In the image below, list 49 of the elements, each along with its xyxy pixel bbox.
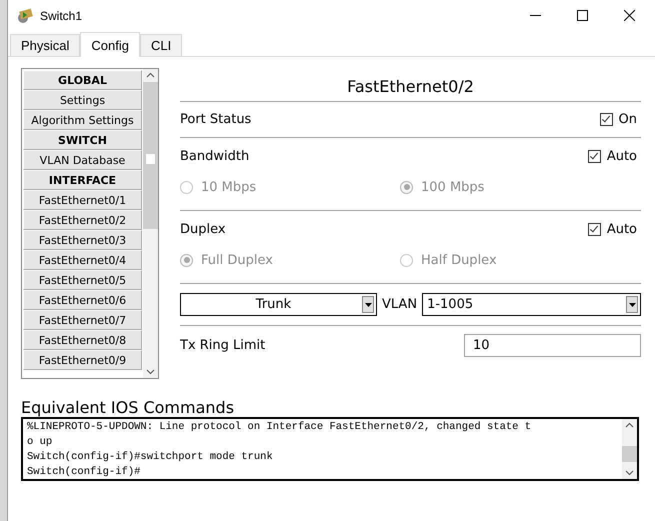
dropdown-arrow-icon <box>628 302 636 306</box>
vlan-dropdown[interactable]: 1-1005 <box>422 293 641 316</box>
bandwidth-label: Bandwidth <box>180 148 250 164</box>
vlan-label: VLAN <box>382 297 418 312</box>
scrollbar[interactable] <box>622 419 637 479</box>
duplex-label: Duplex <box>180 222 226 236</box>
sidebar-item[interactable]: FastEthernet0/3 <box>23 230 142 250</box>
tx-ring-limit-label: Tx Ring Limit <box>180 338 266 352</box>
mode-dropdown[interactable]: Trunk <box>180 293 377 316</box>
console-line: o up <box>27 435 54 450</box>
close-icon[interactable] <box>624 10 635 21</box>
on-checkbox[interactable]: On <box>600 112 637 127</box>
sidebar-item[interactable]: VLAN Database <box>23 150 142 170</box>
tx-ring-limit-field[interactable]: 10 <box>464 334 641 356</box>
tab[interactable]: Config <box>80 32 140 57</box>
sidebar-item[interactable]: FastEthernet0/9 <box>23 350 142 370</box>
sidebar-item[interactable]: FastEthernet0/1 <box>23 190 142 210</box>
scroll-up-icon[interactable] <box>146 72 155 78</box>
sidebar-item[interactable]: Algorithm Settings <box>23 110 142 130</box>
sidebar-item[interactable]: FastEthernet0/4 <box>23 250 142 270</box>
sidebar-section-header[interactable]: SWITCH <box>23 130 142 150</box>
sidebar-item[interactable]: FastEthernet0/6 <box>23 290 142 310</box>
section-title: Equivalent IOS Commands <box>21 399 236 417</box>
maximize-icon[interactable] <box>577 10 588 21</box>
interface-title: FastEthernet0/2 <box>180 68 641 102</box>
sidebar-item[interactable]: FastEthernet0/2 <box>23 210 142 230</box>
auto-checkbox[interactable]: Auto <box>588 148 637 164</box>
sidebar-item[interactable]: FastEthernet0/5 <box>23 270 142 290</box>
sidebar-item[interactable]: FastEthernet0/7 <box>23 310 142 330</box>
scroll-thumb[interactable] <box>143 82 158 229</box>
auto-checkbox[interactable]: Auto <box>588 222 637 236</box>
scroll-down-icon[interactable] <box>625 470 634 476</box>
dropdown-arrow-icon <box>364 302 372 306</box>
console-line: Switch(config-if)# <box>27 465 142 480</box>
console-line: Switch(config-if)#switchport mode trunk <box>27 450 274 465</box>
sidebar-item[interactable]: FastEthernet0/8 <box>23 330 142 350</box>
scroll-up-icon[interactable] <box>625 422 634 428</box>
sidebar-section-header[interactable]: GLOBAL <box>23 70 142 90</box>
console-line: %LINEPROTO-5-UPDOWN: Line protocol on Interface FastEthernet0/2, changed state t <box>27 420 532 435</box>
tab[interactable]: CLI <box>140 34 182 56</box>
switch-app-icon <box>16 8 34 24</box>
tab[interactable]: Physical <box>10 34 80 56</box>
scroll-down-icon[interactable] <box>146 369 155 375</box>
port-status-label: Port Status <box>180 112 252 127</box>
sidebar-item[interactable]: Settings <box>23 90 142 110</box>
sidebar-section-header[interactable]: INTERFACE <box>23 170 142 190</box>
scroll-thumb[interactable] <box>622 446 637 462</box>
scrollbar[interactable] <box>143 69 158 378</box>
window-title: Switch1 <box>40 8 82 22</box>
